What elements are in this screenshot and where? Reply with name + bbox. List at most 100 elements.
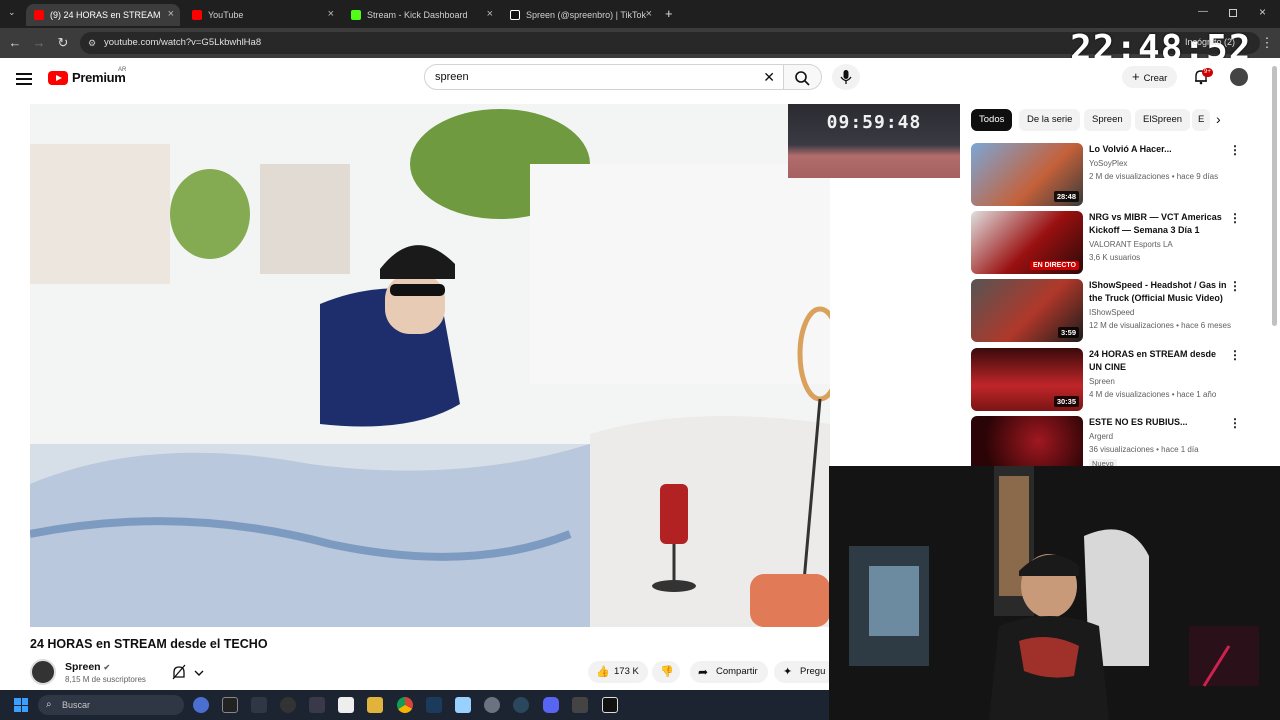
search-icon: ⌕: [46, 699, 52, 710]
close-tab-icon[interactable]: ×: [646, 8, 652, 20]
channel-name: Spreen: [1089, 377, 1115, 386]
close-tab-icon[interactable]: ×: [487, 8, 493, 20]
tab-label: Stream - Kick Dashboard: [367, 10, 468, 20]
chips-next-chevron-icon[interactable]: ›: [1216, 111, 1221, 127]
microphone-icon: [840, 70, 852, 84]
share-button[interactable]: ➦ Compartir: [690, 661, 768, 683]
search-input[interactable]: [425, 65, 745, 89]
channel-name[interactable]: Spreen ✔: [65, 661, 110, 673]
tab-tiktok[interactable]: Spreen (@spreenbro) | TikTok ×: [502, 4, 658, 26]
youtube-play-logo-icon: [48, 70, 68, 85]
account-avatar[interactable]: [1230, 68, 1248, 86]
webcam-feed-image: [829, 466, 1280, 720]
chip-elspreen[interactable]: ElSpreen: [1135, 109, 1191, 131]
channel-avatar[interactable]: [30, 659, 56, 685]
back-arrow-icon[interactable]: ←: [6, 34, 24, 52]
hamburger-menu-icon[interactable]: [16, 70, 32, 88]
video-player[interactable]: [30, 104, 830, 627]
video-thumbnail[interactable]: EN DIRECTO: [971, 211, 1083, 274]
copilot-icon[interactable]: [193, 697, 209, 713]
kick-favicon-icon: [351, 10, 361, 20]
create-button[interactable]: + Crear: [1122, 66, 1178, 88]
browser-menu-icon[interactable]: ⋮: [1258, 34, 1276, 52]
tab-label: Spreen (@spreenbro) | TikTok: [526, 10, 647, 20]
create-label: Crear: [1143, 73, 1168, 84]
forward-arrow-icon[interactable]: →: [30, 34, 48, 52]
recommendation-item[interactable]: 28:48 Lo Volvió A Hacer... YoSoyPlex 2 M…: [971, 143, 1251, 207]
dislike-button[interactable]: 👎: [652, 661, 680, 683]
capcut-icon[interactable]: [602, 697, 618, 713]
chip-spreen[interactable]: Spreen: [1084, 109, 1131, 131]
site-info-icon[interactable]: ⚙: [88, 32, 96, 54]
tab-label: (9) 24 HORAS en STREAM desde: [50, 10, 160, 20]
video-thumbnail[interactable]: 28:48: [971, 143, 1083, 206]
video-title: 24 HORAS en STREAM desde el TECHO: [30, 637, 268, 651]
chip-todos[interactable]: Todos: [971, 109, 1013, 131]
plus-icon: +: [1132, 69, 1140, 84]
close-tab-icon[interactable]: ×: [328, 8, 334, 20]
obs-icon[interactable]: [280, 697, 296, 713]
reload-icon[interactable]: ↻: [54, 34, 72, 52]
notifications-off-bell-icon: [172, 664, 204, 680]
channel-name: VALORANT Esports LA: [1089, 240, 1173, 249]
chip-partial[interactable]: E: [1192, 109, 1210, 131]
photoshop-icon[interactable]: [426, 697, 442, 713]
recommendation-item[interactable]: EN DIRECTO NRG vs MIBR — VCT Americas Ki…: [971, 211, 1251, 275]
like-button[interactable]: 👍 173 K: [588, 661, 648, 683]
minimize-icon[interactable]: —: [1198, 6, 1208, 17]
more-options-icon[interactable]: ⋮: [1229, 348, 1241, 362]
tab-label: YouTube: [208, 10, 244, 20]
more-options-icon[interactable]: ⋮: [1229, 416, 1241, 430]
restore-icon[interactable]: [1229, 9, 1237, 17]
video-title: 24 HORAS en STREAM desde UN CINE: [1089, 349, 1217, 372]
search-box: ✕: [424, 64, 784, 90]
more-options-icon[interactable]: ⋮: [1229, 143, 1241, 157]
notion-icon[interactable]: [338, 697, 354, 713]
youtube-premium-logo[interactable]: Premium: [48, 70, 126, 85]
subscription-bell-button[interactable]: [170, 663, 210, 683]
channel-name: YoSoyPlex: [1089, 159, 1128, 168]
close-window-icon[interactable]: ×: [1259, 5, 1266, 19]
notepad-icon[interactable]: [455, 697, 471, 713]
more-options-icon[interactable]: ⋮: [1229, 211, 1241, 225]
new-tab-plus-icon[interactable]: +: [665, 6, 673, 21]
incognito-indicator[interactable]: Incógnito (2): [1185, 37, 1235, 47]
taskbar-search-field[interactable]: ⌕ Buscar: [38, 695, 184, 715]
terminal-icon[interactable]: [309, 697, 325, 713]
tab-youtube-video[interactable]: (9) 24 HORAS en STREAM desde ×: [26, 4, 180, 26]
video-thumbnail[interactable]: 3:59: [971, 279, 1083, 342]
chrome-icon[interactable]: [397, 697, 413, 713]
video-meta: 2 M de visualizaciones • hace 9 días: [1089, 172, 1219, 181]
windows-start-icon[interactable]: [14, 698, 28, 712]
close-tab-icon[interactable]: ×: [168, 8, 174, 20]
sparkle-icon: ✦: [783, 666, 793, 678]
tab-kick-dashboard[interactable]: Stream - Kick Dashboard ×: [343, 4, 499, 26]
steam-icon[interactable]: [513, 697, 529, 713]
clear-search-icon[interactable]: ✕: [763, 69, 775, 86]
share-arrow-icon: ➦: [698, 665, 709, 679]
page-scrollbar[interactable]: [1272, 66, 1277, 326]
search-button[interactable]: [784, 64, 822, 90]
tab-list-chevron-icon[interactable]: ⌄: [8, 7, 16, 18]
video-duration: 30:35: [1053, 396, 1079, 407]
car-game-icon[interactable]: [572, 697, 588, 713]
video-title: NRG vs MIBR — VCT Americas Kickoff — Sem…: [1089, 212, 1222, 235]
video-duration: 3:59: [1057, 327, 1079, 338]
tab-youtube[interactable]: YouTube ×: [184, 4, 340, 26]
voice-search-button[interactable]: [832, 64, 860, 90]
chip-de-la-serie[interactable]: De la serie: [1019, 109, 1081, 131]
channel-name: IShowSpeed: [1089, 308, 1135, 317]
ndi-app-icon[interactable]: [222, 697, 238, 713]
discord-icon[interactable]: [543, 697, 559, 713]
video-frame-image: [30, 104, 830, 627]
like-count: 173 K: [614, 666, 639, 677]
file-explorer-icon[interactable]: [367, 697, 383, 713]
apps-grid-icon[interactable]: [251, 697, 267, 713]
recommendation-item[interactable]: 30:35 24 HORAS en STREAM desde UN CINE S…: [971, 348, 1251, 412]
more-options-icon[interactable]: ⋮: [1229, 279, 1241, 293]
channel-name: Argerd: [1089, 432, 1114, 441]
video-thumbnail[interactable]: 30:35: [971, 348, 1083, 411]
webcam-overlay: [829, 466, 1280, 720]
recommendation-item[interactable]: 3:59 IShowSpeed - Headshot / Gas in the …: [971, 279, 1251, 343]
settings-icon[interactable]: [484, 697, 500, 713]
